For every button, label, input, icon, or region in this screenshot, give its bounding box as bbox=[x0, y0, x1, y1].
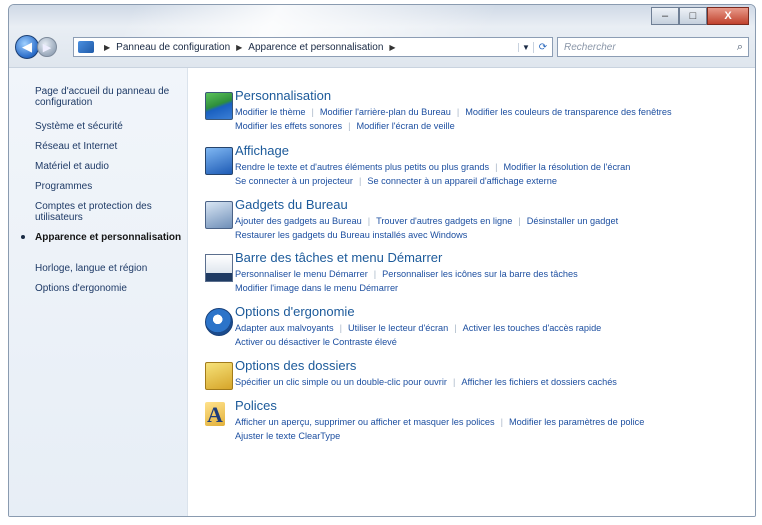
task-link[interactable]: Modifier l'écran de veille bbox=[356, 121, 454, 131]
task-link[interactable]: Se connecter à un appareil d'affichage e… bbox=[367, 176, 557, 186]
task-links-line: Adapter aux malvoyants | Utiliser le lecte… bbox=[235, 323, 602, 333]
control-panel-window: – □ X ◀ ▶ ▶ Panneau de configuration ▶ A… bbox=[8, 4, 756, 517]
task-link[interactable]: Rendre le texte et d'autres éléments plu… bbox=[235, 162, 489, 172]
sidebar: Page d'accueil du panneau de configurati… bbox=[9, 68, 188, 516]
task-links-line: Spécifier un clic simple ou un double-cl… bbox=[235, 377, 617, 387]
task-link[interactable]: Modifier la résolution de l'écran bbox=[503, 162, 630, 172]
task-link[interactable]: Activer ou désactiver le Contraste élevé bbox=[235, 337, 397, 347]
task-link[interactable]: Ajuster le texte ClearType bbox=[235, 431, 340, 441]
task-link[interactable]: Modifier le thème bbox=[235, 107, 305, 117]
search-icon[interactable]: ⌕ bbox=[737, 41, 743, 54]
fonts-icon[interactable]: A bbox=[205, 402, 231, 428]
personalization-icon[interactable] bbox=[205, 92, 233, 120]
sidebar-item-appearance: Apparence et personnalisation bbox=[21, 232, 185, 243]
minimize-button[interactable]: – bbox=[651, 7, 679, 25]
task-links-line: Ajuster le texte ClearType bbox=[235, 431, 340, 441]
task-link[interactable]: Afficher les fichiers et dossiers cachés bbox=[461, 377, 617, 387]
task-links-line: Se connecter à un projecteur | Se connecte… bbox=[235, 176, 557, 186]
back-arrow-icon[interactable]: ◀ bbox=[15, 35, 39, 59]
sidebar-item-ease-of-access[interactable]: Options d'ergonomie bbox=[35, 283, 185, 294]
refresh-icon[interactable]: ⟳ bbox=[533, 41, 552, 53]
category-title[interactable]: Personnalisation bbox=[235, 88, 331, 103]
category-list: Personnalisation Modifier le thème | Modif… bbox=[197, 68, 755, 516]
window-frame: – □ X ◀ ▶ ▶ Panneau de configuration ▶ A… bbox=[9, 5, 755, 67]
task-link[interactable]: Trouver d'autres gadgets en ligne bbox=[376, 216, 512, 226]
sidebar-item-accounts[interactable]: Comptes et protection des utilisateurs bbox=[35, 201, 185, 223]
breadcrumb-chevron-icon[interactable]: ▶ bbox=[236, 43, 242, 52]
task-link[interactable]: Personnaliser le menu Démarrer bbox=[235, 269, 368, 279]
content-area: Page d'accueil du panneau de configurati… bbox=[9, 67, 755, 516]
task-link[interactable]: Ajouter des gadgets au Bureau bbox=[235, 216, 362, 226]
task-link[interactable]: Restaurer les gadgets du Bureau installé… bbox=[235, 230, 467, 240]
maximize-button[interactable]: □ bbox=[679, 7, 707, 25]
current-page-bullet bbox=[21, 235, 25, 239]
breadcrumb-appearance[interactable]: Apparence et personnalisation bbox=[248, 42, 383, 53]
address-bar[interactable]: ▶ Panneau de configuration ▶ Apparence e… bbox=[73, 37, 553, 57]
breadcrumb-chevron-icon[interactable]: ▶ bbox=[104, 43, 110, 52]
forward-arrow-icon[interactable]: ▶ bbox=[37, 37, 57, 57]
task-link[interactable]: Modifier l'arrière-plan du Bureau bbox=[320, 107, 451, 117]
category-title[interactable]: Barre des tâches et menu Démarrer bbox=[235, 250, 442, 265]
display-icon[interactable] bbox=[205, 147, 233, 175]
category-title[interactable]: Options d'ergonomie bbox=[235, 304, 355, 319]
search-input[interactable]: Rechercher ⌕ bbox=[557, 37, 749, 57]
task-link[interactable]: Modifier les paramètres de police bbox=[509, 417, 644, 427]
task-links-line: Activer ou désactiver le Contraste élevé bbox=[235, 337, 397, 347]
task-links-line: Modifier l'image dans le menu Démarrer bbox=[235, 283, 398, 293]
fonts-icon-glyph: A bbox=[207, 402, 223, 427]
gadgets-icon[interactable] bbox=[205, 201, 233, 229]
breadcrumb-control-panel[interactable]: Panneau de configuration bbox=[116, 42, 230, 53]
task-links-line: Ajouter des gadgets au Bureau | Trouver d'… bbox=[235, 216, 619, 226]
category-title[interactable]: Polices bbox=[235, 398, 277, 413]
task-links-line: Personnaliser le menu Démarrer | Personnal… bbox=[235, 269, 578, 279]
task-links-line: Restaurer les gadgets du Bureau installé… bbox=[235, 230, 467, 240]
category-title[interactable]: Affichage bbox=[235, 143, 289, 158]
task-link[interactable]: Modifier l'image dans le menu Démarrer bbox=[235, 283, 398, 293]
task-link[interactable]: Se connecter à un projecteur bbox=[235, 176, 353, 186]
folder-options-icon[interactable] bbox=[205, 362, 233, 390]
navigation-buttons: ◀ ▶ bbox=[15, 35, 57, 59]
address-dropdown-icon[interactable]: ▼ bbox=[518, 42, 533, 52]
caption-buttons: – □ X bbox=[651, 7, 749, 25]
category-title[interactable]: Options des dossiers bbox=[235, 358, 356, 373]
task-link[interactable]: Personnaliser les icônes sur la barre de… bbox=[382, 269, 578, 279]
sidebar-item-label: Apparence et personnalisation bbox=[35, 232, 182, 243]
task-link[interactable]: Afficher un aperçu, supprimer ou affiche… bbox=[235, 417, 495, 427]
breadcrumb-chevron-icon[interactable]: ▶ bbox=[389, 43, 395, 52]
task-links-line: Afficher un aperçu, supprimer ou affiche… bbox=[235, 417, 645, 427]
ease-of-access-icon[interactable] bbox=[205, 308, 233, 336]
task-link[interactable]: Utiliser le lecteur d'écran bbox=[348, 323, 448, 333]
task-link[interactable]: Modifier les couleurs de transparence de… bbox=[465, 107, 671, 117]
close-button[interactable]: X bbox=[707, 7, 749, 25]
taskbar-icon[interactable] bbox=[205, 254, 233, 282]
task-link[interactable]: Spécifier un clic simple ou un double-cl… bbox=[235, 377, 447, 387]
sidebar-item-hardware[interactable]: Matériel et audio bbox=[35, 161, 185, 172]
sidebar-item-clock[interactable]: Horloge, langue et région bbox=[35, 263, 185, 274]
sidebar-item-home[interactable]: Page d'accueil du panneau de configurati… bbox=[35, 86, 185, 108]
task-links-line: Rendre le texte et d'autres éléments plu… bbox=[235, 162, 631, 172]
task-link[interactable]: Modifier les effets sonores bbox=[235, 121, 342, 131]
control-panel-icon bbox=[78, 41, 94, 53]
category-title[interactable]: Gadgets du Bureau bbox=[235, 197, 348, 212]
task-link[interactable]: Activer les touches d'accès rapide bbox=[463, 323, 602, 333]
sidebar-item-programs[interactable]: Programmes bbox=[35, 181, 185, 192]
search-placeholder: Rechercher bbox=[564, 41, 616, 53]
task-links-line: Modifier le thème | Modifier l'arrière-pla… bbox=[235, 107, 672, 117]
sidebar-item-system-security[interactable]: Système et sécurité bbox=[35, 121, 185, 132]
task-link[interactable]: Adapter aux malvoyants bbox=[235, 323, 334, 333]
task-links-line: Modifier les effets sonores | Modifier l'é… bbox=[235, 121, 455, 131]
sidebar-item-network[interactable]: Réseau et Internet bbox=[35, 141, 185, 152]
task-link[interactable]: Désinstaller un gadget bbox=[527, 216, 618, 226]
